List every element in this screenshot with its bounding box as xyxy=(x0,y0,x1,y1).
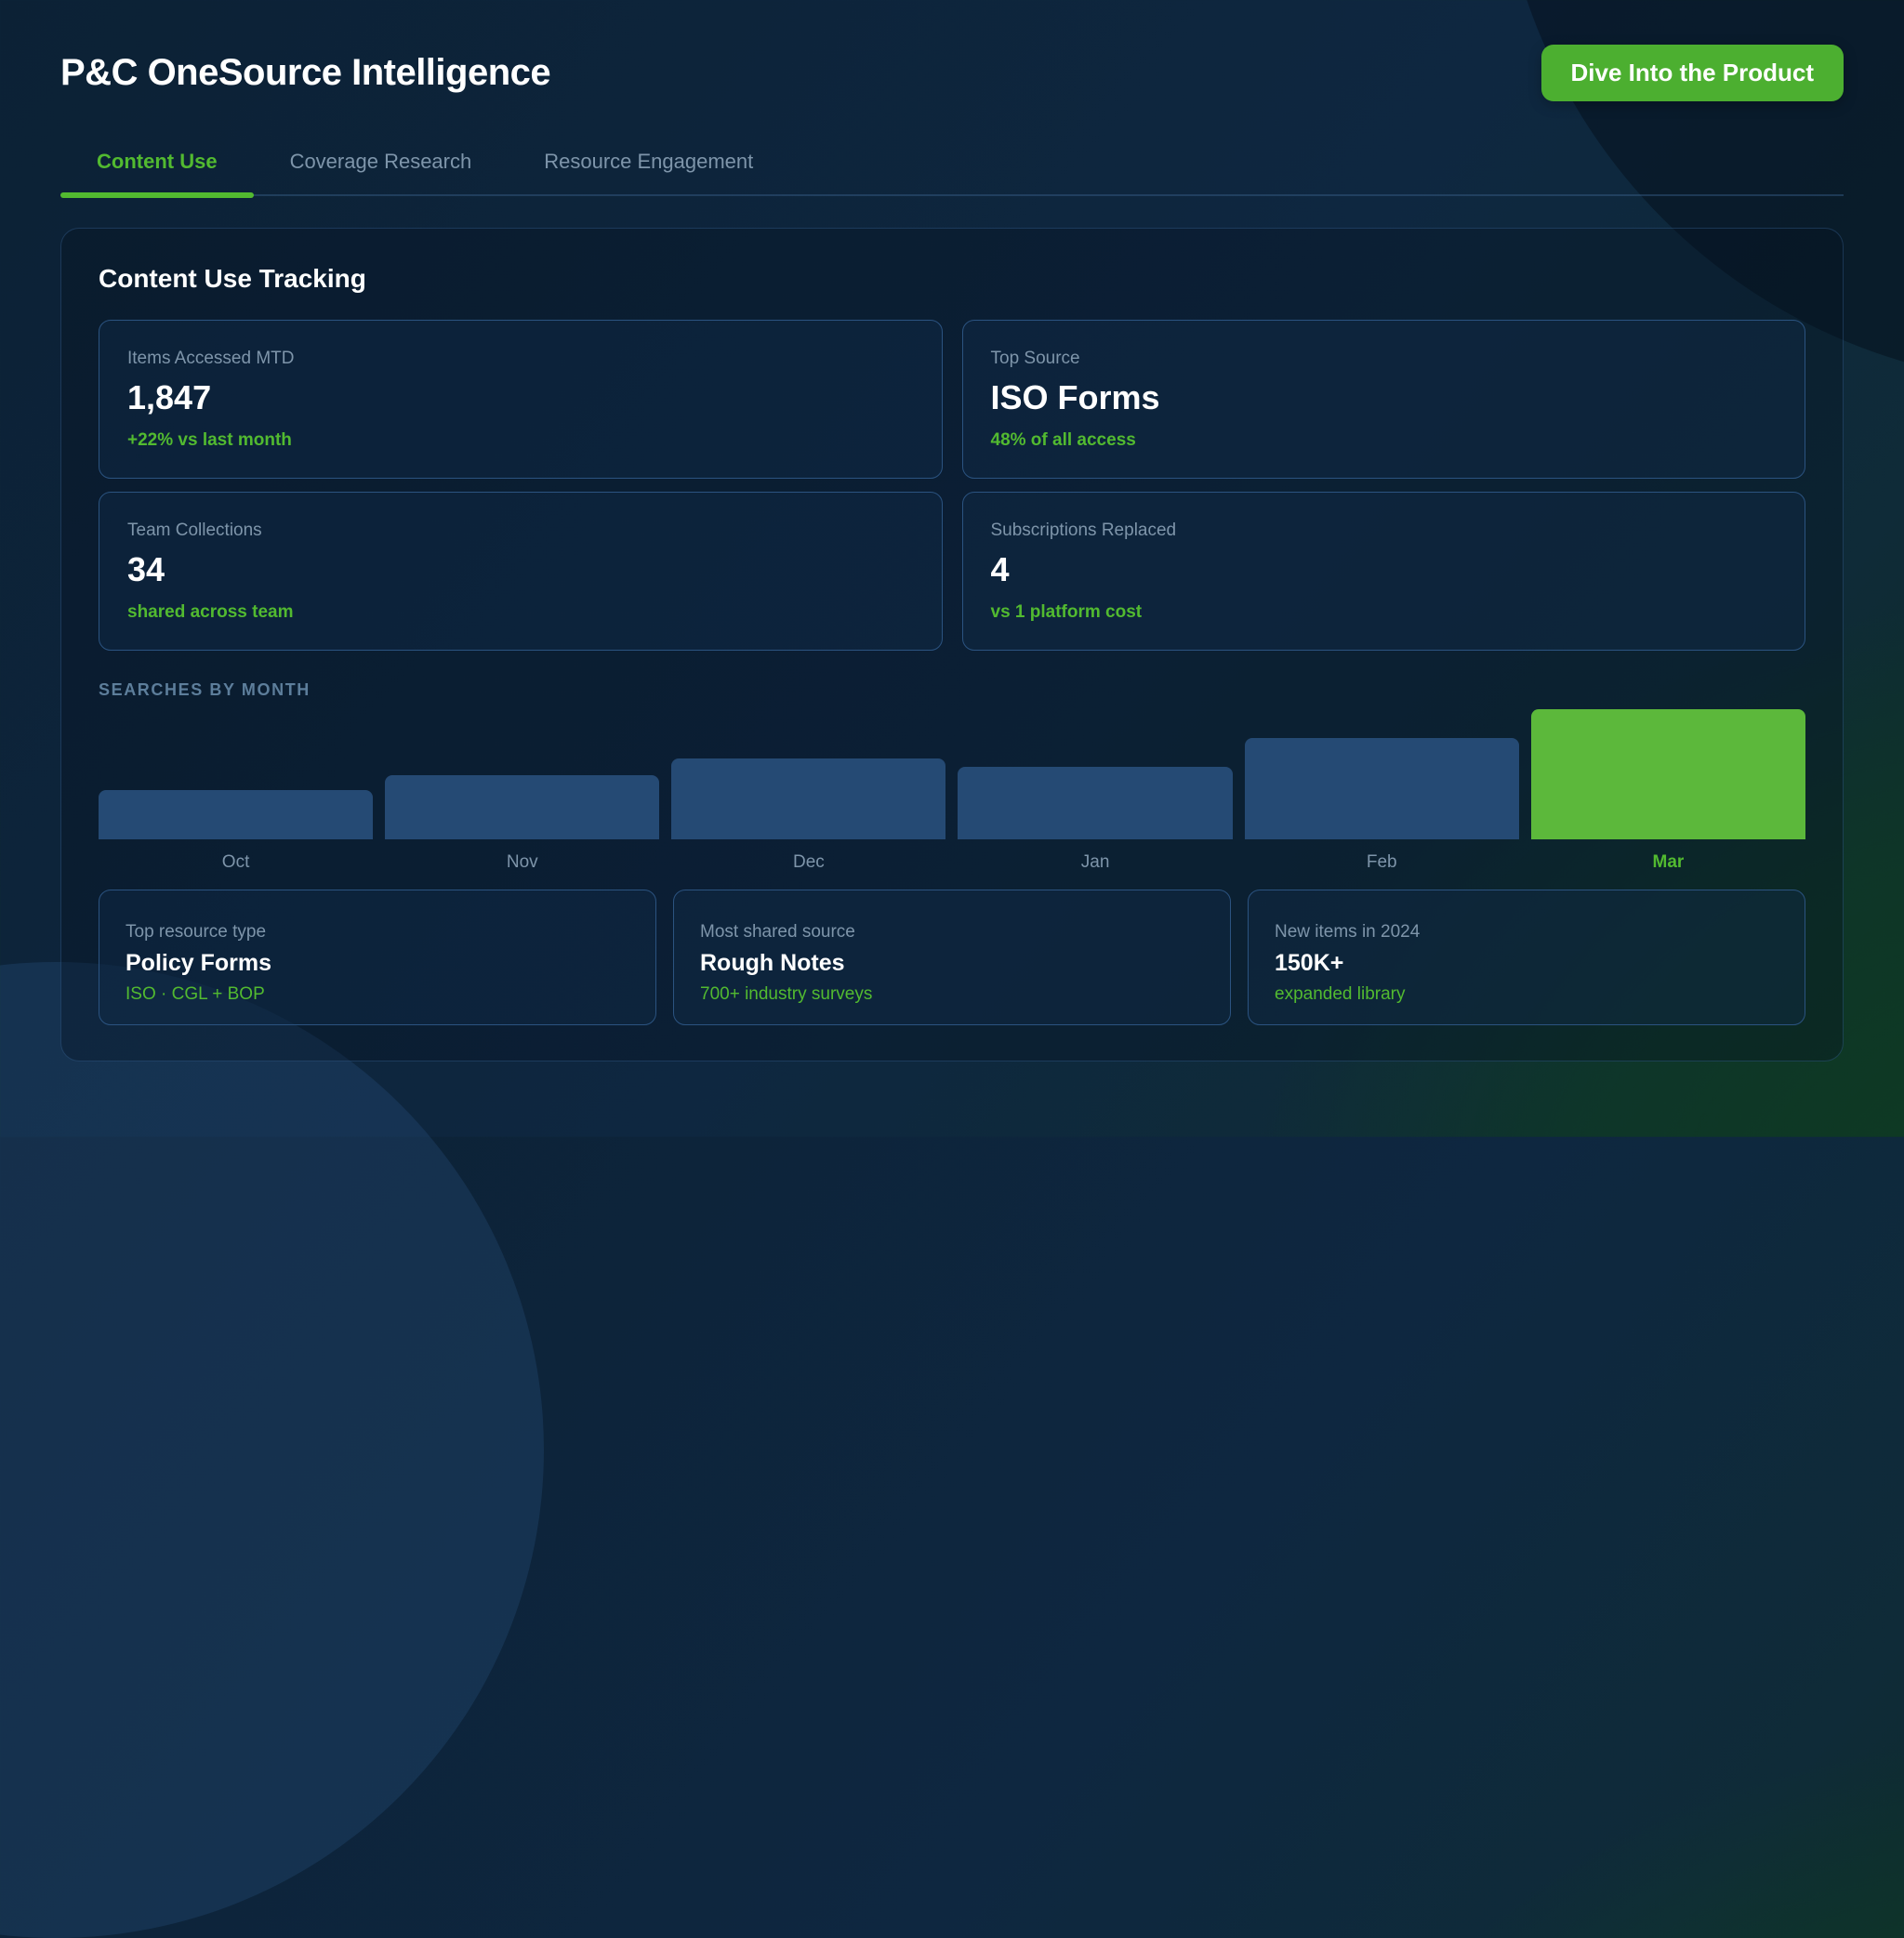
info-label: New items in 2024 xyxy=(1275,922,1778,943)
info-value: Rough Notes xyxy=(700,950,1204,977)
header: P&C OneSource Intelligence Dive Into the… xyxy=(60,45,1844,101)
tab-bar: Content Use Coverage Research Resource E… xyxy=(60,138,1844,196)
info-note: ISO · CGL + BOP xyxy=(126,984,629,1005)
stat-value: ISO Forms xyxy=(991,378,1778,417)
chart-heading: SEARCHES BY MONTH xyxy=(99,680,1805,700)
bar-chart xyxy=(99,709,1805,839)
bar-nov xyxy=(385,775,659,839)
stat-label: Top Source xyxy=(991,349,1778,369)
stat-value: 34 xyxy=(127,550,914,589)
bar-feb xyxy=(1245,738,1519,839)
info-value: Policy Forms xyxy=(126,950,629,977)
stat-label: Items Accessed MTD xyxy=(127,349,914,369)
tab-resource-engagement[interactable]: Resource Engagement xyxy=(508,138,789,194)
info-note: expanded library xyxy=(1275,984,1778,1005)
stat-card-subscriptions-replaced: Subscriptions Replaced 4 vs 1 platform c… xyxy=(962,492,1806,651)
info-value: 150K+ xyxy=(1275,950,1778,977)
bar-label-jan: Jan xyxy=(958,852,1232,873)
tab-content-use[interactable]: Content Use xyxy=(60,138,254,194)
stat-value: 4 xyxy=(991,550,1778,589)
stat-card-top-source: Top Source ISO Forms 48% of all access xyxy=(962,320,1806,479)
stat-note: +22% vs last month xyxy=(127,430,914,451)
stat-note: 48% of all access xyxy=(991,430,1778,451)
stat-card-grid: Items Accessed MTD 1,847 +22% vs last mo… xyxy=(99,320,1805,651)
info-card-most-shared-source: Most shared source Rough Notes 700+ indu… xyxy=(673,890,1231,1025)
stat-note: vs 1 platform cost xyxy=(991,602,1778,623)
bar-label-dec: Dec xyxy=(671,852,945,873)
tab-coverage-research[interactable]: Coverage Research xyxy=(254,138,509,194)
info-note: 700+ industry surveys xyxy=(700,984,1204,1005)
info-label: Most shared source xyxy=(700,922,1204,943)
stat-value: 1,847 xyxy=(127,378,914,417)
stat-card-items-accessed: Items Accessed MTD 1,847 +22% vs last mo… xyxy=(99,320,943,479)
page-title: P&C OneSource Intelligence xyxy=(60,52,550,94)
bar-label-oct: Oct xyxy=(99,852,373,873)
bar-oct xyxy=(99,790,373,839)
panel-heading: Content Use Tracking xyxy=(99,264,1805,294)
info-card-grid: Top resource type Policy Forms ISO · CGL… xyxy=(99,890,1805,1025)
stat-card-team-collections: Team Collections 34 shared across team xyxy=(99,492,943,651)
bar-mar xyxy=(1531,709,1805,839)
dashboard-page: P&C OneSource Intelligence Dive Into the… xyxy=(0,0,1904,1061)
bar-label-feb: Feb xyxy=(1245,852,1519,873)
bar-label-mar: Mar xyxy=(1531,852,1805,873)
info-label: Top resource type xyxy=(126,922,629,943)
dive-into-product-button[interactable]: Dive Into the Product xyxy=(1541,45,1844,101)
info-card-top-resource-type: Top resource type Policy Forms ISO · CGL… xyxy=(99,890,656,1025)
stat-label: Team Collections xyxy=(127,521,914,541)
stat-label: Subscriptions Replaced xyxy=(991,521,1778,541)
decor-circle-bottom-left xyxy=(0,962,544,1938)
content-panel: Content Use Tracking Items Accessed MTD … xyxy=(60,228,1844,1061)
bar-dec xyxy=(671,758,945,839)
stat-note: shared across team xyxy=(127,602,914,623)
bar-chart-labels: Oct Nov Dec Jan Feb Mar xyxy=(99,852,1805,873)
bar-jan xyxy=(958,767,1232,839)
info-card-new-items: New items in 2024 150K+ expanded library xyxy=(1248,890,1805,1025)
bar-label-nov: Nov xyxy=(385,852,659,873)
